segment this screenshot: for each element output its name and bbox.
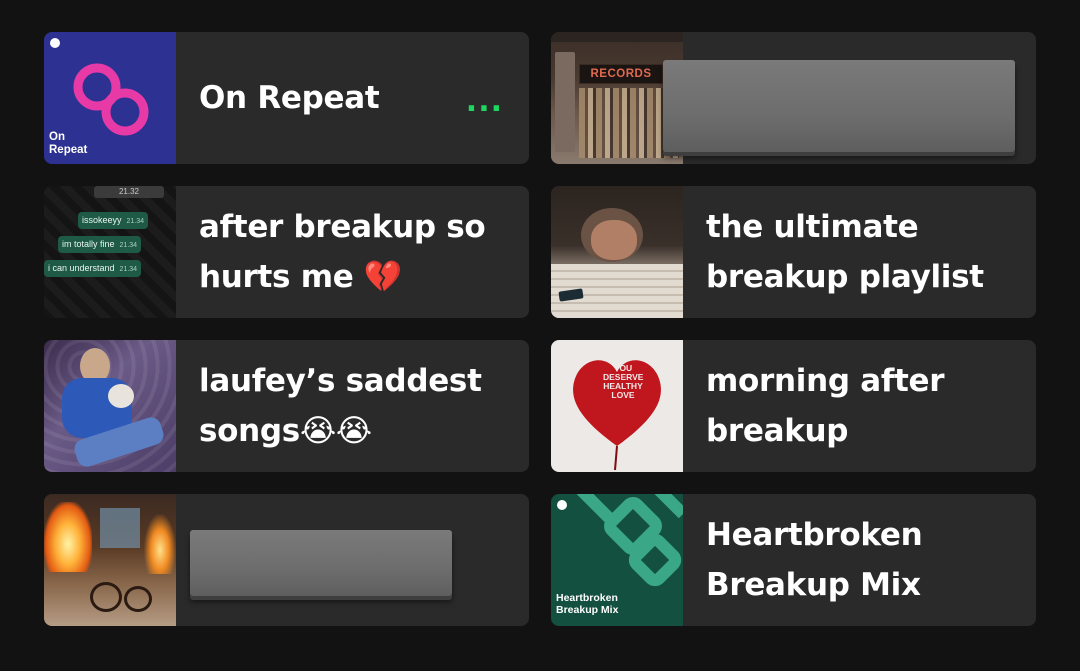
balloon-text: YOU DESERVE HEALTHY LOVE xyxy=(603,363,644,400)
playlist-card-morning-after[interactable]: YOU DESERVE HEALTHY LOVE morning after br… xyxy=(551,340,1036,472)
playlist-card-records[interactable]: RECORDS xyxy=(551,32,1036,164)
cover-label: On Repeat xyxy=(49,131,88,156)
redacted-title xyxy=(663,60,1015,152)
playlist-cover-sleeping xyxy=(551,186,683,318)
playlist-card-on-repeat[interactable]: On Repeat On Repeat ... xyxy=(44,32,529,164)
playlist-title: Heartbroken Breakup Mix xyxy=(706,517,923,603)
heart-balloon-icon xyxy=(573,360,661,471)
playlist-card-heartbroken-mix[interactable]: Heartbroken Breakup Mix Heartbroken Break… xyxy=(551,494,1036,626)
playlist-card-laufey[interactable]: laufey’s saddest songs😭😭 xyxy=(44,340,529,472)
cover-label: Heartbroken Breakup Mix xyxy=(556,592,619,616)
playlist-cover-balloon: YOU DESERVE HEALTHY LOVE xyxy=(551,340,683,472)
playlist-cover-laufey xyxy=(44,340,176,472)
playlist-card-after-breakup[interactable]: 21.32 issokeeyy 21.34 im totally fine 21.3… xyxy=(44,186,529,318)
playlist-title: the ultimate breakup playlist xyxy=(706,209,984,295)
more-options-icon[interactable]: ... xyxy=(466,87,503,117)
chat-bubble: issokeeyy 21.34 xyxy=(78,212,149,229)
playlist-title: morning after breakup xyxy=(706,363,945,449)
chat-time: 21.32 xyxy=(94,186,164,198)
playlist-title: laufey’s saddest songs😭😭 xyxy=(199,363,482,449)
playlist-title: after breakup so hurts me 💔 xyxy=(199,209,486,295)
redacted-title xyxy=(190,530,452,596)
playlist-card-fire[interactable] xyxy=(44,494,529,626)
chat-bubble: i can understand 21.34 xyxy=(44,260,142,277)
playlist-cover-heartbroken: Heartbroken Breakup Mix xyxy=(551,494,683,626)
playlist-cover-chat: 21.32 issokeeyy 21.34 im totally fine 21.3… xyxy=(44,186,176,318)
playlist-cover-fire xyxy=(44,494,176,626)
records-sign: RECORDS xyxy=(579,64,663,84)
playlist-card-ultimate-breakup[interactable]: the ultimate breakup playlist xyxy=(551,186,1036,318)
chat-bubble: im totally fine 21.34 xyxy=(58,236,142,253)
playlist-cover-on-repeat: On Repeat xyxy=(44,32,176,164)
playlist-title: On Repeat xyxy=(199,80,380,116)
